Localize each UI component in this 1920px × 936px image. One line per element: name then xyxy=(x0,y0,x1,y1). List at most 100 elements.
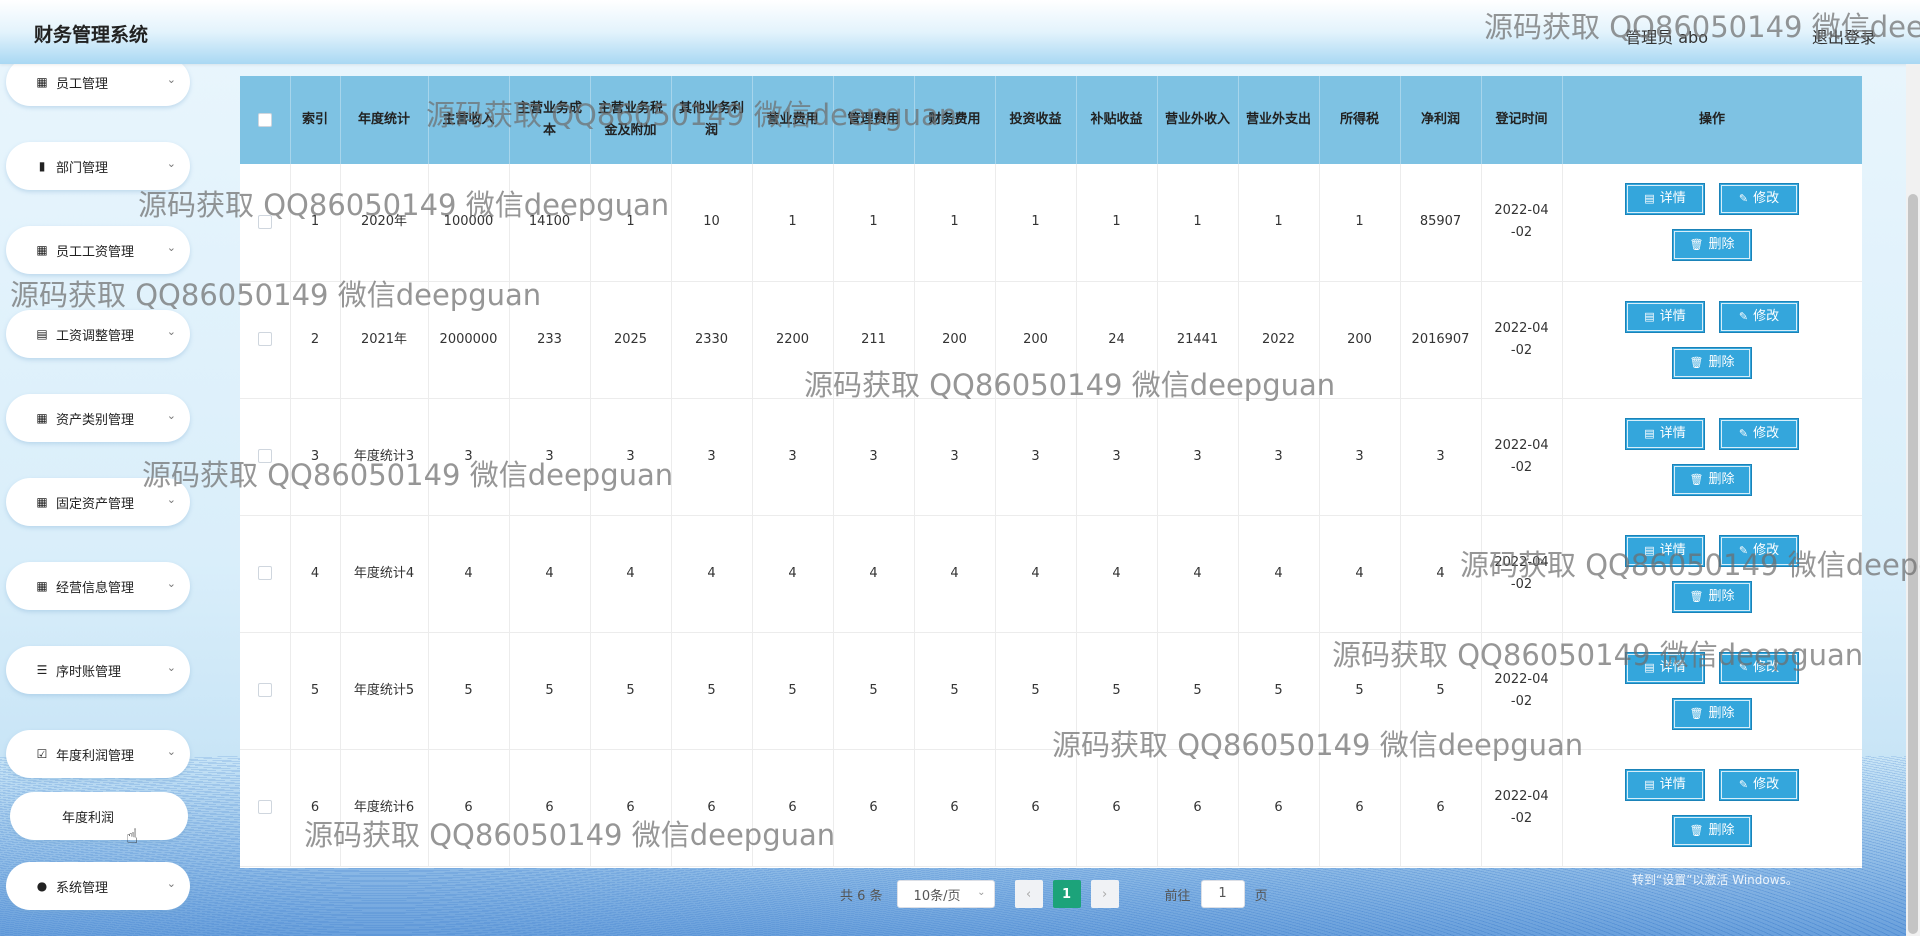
detail-button[interactable]: ▤ 详情 xyxy=(1625,768,1705,801)
row-checkbox[interactable] xyxy=(257,566,272,580)
pencil-icon: ✎ xyxy=(1738,777,1749,791)
row-checkbox[interactable] xyxy=(257,449,272,463)
page-number-button[interactable]: 1 xyxy=(1052,880,1081,908)
sidebar-subitem-annual-profit[interactable]: 年度利润 xyxy=(10,792,188,840)
grid-icon: ▦ xyxy=(36,495,48,509)
table-cell: 14100 xyxy=(509,164,591,282)
table-cell: 4 xyxy=(1400,515,1482,633)
sidebar-item-fixed-asset[interactable]: ▦ 固定资产管理 ⌄ xyxy=(6,478,190,526)
page-size-select[interactable]: 10条/页 ⌄ xyxy=(896,880,995,908)
table-cell: 4 xyxy=(1238,515,1320,633)
table-cell: 2200 xyxy=(752,281,834,399)
detail-button[interactable]: ▤ 详情 xyxy=(1625,651,1705,684)
sidebar-item-salary-adjust[interactable]: ▤ 工资调整管理 ⌄ xyxy=(6,310,190,358)
table-cell: 5 xyxy=(914,632,996,750)
chevron-down-icon: ⌄ xyxy=(166,241,176,254)
clipboard-icon: ▤ xyxy=(36,327,48,341)
row-checkbox[interactable] xyxy=(257,214,272,229)
row-select-cell[interactable] xyxy=(240,749,291,867)
table-cell: 4 xyxy=(290,515,341,633)
sidebar-item-business-info[interactable]: ▦ 经营信息管理 ⌄ xyxy=(6,562,190,610)
table-header-row: 索引 年度统计 主营收入 主营业务成本 主营业务税金及附加 其他业务利润 营业费… xyxy=(240,76,1862,164)
delete-button[interactable]: 🗑 删除 xyxy=(1672,814,1752,847)
select-all-cell[interactable] xyxy=(240,76,291,164)
delete-button[interactable]: 🗑 删除 xyxy=(1672,697,1752,730)
delete-button[interactable]: 🗑 删除 xyxy=(1672,229,1752,262)
trash-icon: 🗑 xyxy=(1689,706,1704,720)
sidebar: ▦ 员工管理 ⌄ ▮ 部门管理 ⌄ ▦ 员工工资管理 ⌄ ▤ 工资调整管理 ⌄ … xyxy=(0,58,198,936)
sidebar-item-label: 员工管理 xyxy=(56,76,109,92)
table-cell: 211 xyxy=(833,281,915,399)
sidebar-item-annual-profit[interactable]: ☑ 年度利润管理 ⌄ xyxy=(6,730,190,778)
sidebar-item-label: 经营信息管理 xyxy=(56,580,135,596)
sidebar-item-employee[interactable]: ▦ 员工管理 ⌄ xyxy=(6,58,190,106)
table-row: 5 年度统计5 5 5 5 5 5 5 5 5 5 5 5 5 5 2022-04-02 ▤ 详情 ✎ 修改 🗑 删除 xyxy=(240,632,1862,750)
chevron-down-icon: ⌄ xyxy=(166,493,176,506)
table-cell: 4 xyxy=(752,515,834,633)
detail-button[interactable]: ▤ 详情 xyxy=(1625,300,1705,333)
edit-button[interactable]: ✎ 修改 xyxy=(1719,300,1799,333)
page-scrollbar[interactable] xyxy=(1906,64,1920,936)
table-cell: 5 xyxy=(671,632,753,750)
table-cell: 3 xyxy=(290,398,341,516)
table-cell: 10 xyxy=(671,164,753,282)
chevron-down-icon: ⌄ xyxy=(166,157,176,170)
sidebar-item-asset-category[interactable]: ▦ 资产类别管理 ⌄ xyxy=(6,394,190,442)
table-cell: 6 xyxy=(1238,749,1320,867)
table-cell: 3 xyxy=(914,398,996,516)
table-cell: 6 xyxy=(671,749,753,867)
logout-link[interactable]: 退出登录 xyxy=(1812,24,1876,48)
sidebar-item-journal[interactable]: ☰ 序时账管理 ⌄ xyxy=(6,646,190,694)
actions-cell: ▤ 详情 ✎ 修改 🗑 删除 xyxy=(1562,281,1862,399)
table-cell: 4 xyxy=(428,515,510,633)
table-cell: 3 xyxy=(1319,398,1401,516)
row-select-cell[interactable] xyxy=(240,281,291,399)
row-checkbox[interactable] xyxy=(257,800,272,814)
table-cell: 4 xyxy=(671,515,753,633)
actions-cell: ▤ 详情 ✎ 修改 🗑 删除 xyxy=(1562,398,1862,516)
prev-page-button[interactable]: ‹ xyxy=(1014,880,1043,908)
row-checkbox[interactable] xyxy=(257,683,272,697)
next-page-button[interactable]: › xyxy=(1090,880,1119,908)
table-cell: 1 xyxy=(752,164,834,282)
detail-button[interactable]: ▤ 详情 xyxy=(1625,183,1705,216)
column-header: 净利润 xyxy=(1400,76,1482,164)
delete-button[interactable]: 🗑 删除 xyxy=(1672,346,1752,379)
goto-page-input[interactable]: 1 xyxy=(1200,880,1245,908)
table-cell: 1 xyxy=(1319,164,1401,282)
table-cell: 2022-04-02 xyxy=(1481,515,1563,633)
edit-button[interactable]: ✎ 修改 xyxy=(1719,534,1799,567)
select-all-checkbox[interactable] xyxy=(257,112,272,127)
table-cell: 3 xyxy=(509,398,591,516)
sidebar-item-system[interactable]: ● 系统管理 ⌄ xyxy=(6,862,190,910)
table-cell: 2016907 xyxy=(1400,281,1482,399)
edit-button[interactable]: ✎ 修改 xyxy=(1719,768,1799,801)
row-select-cell[interactable] xyxy=(240,515,291,633)
table-cell: 4 xyxy=(995,515,1077,633)
column-header: 索引 xyxy=(290,76,341,164)
delete-button[interactable]: 🗑 删除 xyxy=(1672,463,1752,496)
delete-button[interactable]: 🗑 删除 xyxy=(1672,580,1752,613)
document-icon: ▤ xyxy=(1644,192,1655,206)
detail-button[interactable]: ▤ 详情 xyxy=(1625,417,1705,450)
scrollbar-thumb[interactable] xyxy=(1908,194,1918,934)
table-cell: 1 xyxy=(1076,164,1158,282)
detail-button[interactable]: ▤ 详情 xyxy=(1625,534,1705,567)
activation-hint: 转到“设置”以激活 Windows。 xyxy=(1632,873,1798,887)
row-checkbox[interactable] xyxy=(257,332,272,346)
table-cell: 3 xyxy=(833,398,915,516)
chevron-down-icon: ⌄ xyxy=(166,73,176,86)
edit-button[interactable]: ✎ 修改 xyxy=(1719,417,1799,450)
windows-activation-notice: 激活 Windows 转到“设置”以激活 Windows。 xyxy=(1632,844,1798,888)
table-cell: 3 xyxy=(590,398,672,516)
column-header: 主营业务税金及附加 xyxy=(590,76,672,164)
sidebar-item-salary[interactable]: ▦ 员工工资管理 ⌄ xyxy=(6,226,190,274)
row-select-cell[interactable] xyxy=(240,398,291,516)
row-select-cell[interactable] xyxy=(240,164,291,282)
row-select-cell[interactable] xyxy=(240,632,291,750)
edit-button[interactable]: ✎ 修改 xyxy=(1719,183,1799,216)
edit-button[interactable]: ✎ 修改 xyxy=(1719,651,1799,684)
table-cell: 5 xyxy=(752,632,834,750)
sidebar-item-department[interactable]: ▮ 部门管理 ⌄ xyxy=(6,142,190,190)
table-cell: 21441 xyxy=(1157,281,1239,399)
